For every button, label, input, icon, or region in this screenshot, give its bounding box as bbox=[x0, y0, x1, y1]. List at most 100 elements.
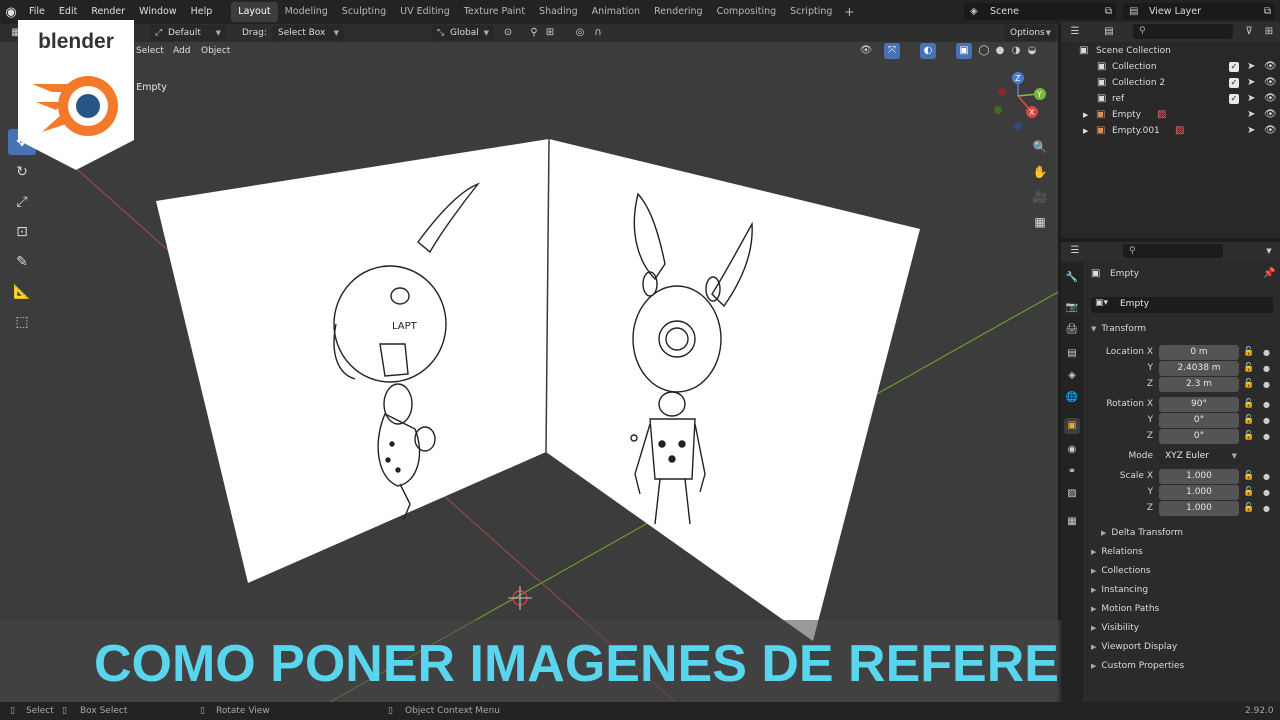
scale-y-field[interactable]: 1.000 bbox=[1159, 485, 1239, 500]
scale-x-field[interactable]: 1.000 bbox=[1159, 469, 1239, 484]
select-arrow-icon[interactable]: ➤ bbox=[1247, 75, 1255, 91]
display-mode-icon[interactable]: ▤ bbox=[1101, 24, 1117, 40]
material-shading-icon[interactable]: ◑ bbox=[1008, 43, 1024, 59]
scene-selector[interactable]: ◈ Scene ⧉ bbox=[964, 3, 1116, 20]
exclude-checkbox[interactable]: ✓ bbox=[1229, 78, 1239, 88]
data-tab-icon[interactable]: ▨ bbox=[1064, 486, 1080, 502]
keyframe-dot-icon[interactable]: ● bbox=[1263, 413, 1270, 428]
gizmo-toggle-icon[interactable]: ⤧ bbox=[884, 43, 900, 59]
scale-z-field[interactable]: 1.000 bbox=[1159, 501, 1239, 516]
eye-icon[interactable]: 👁 bbox=[1264, 107, 1277, 123]
render-tab-icon[interactable]: 📷 bbox=[1064, 300, 1080, 316]
tab-shading[interactable]: Shading bbox=[532, 2, 585, 22]
lock-icon[interactable]: 🔓 bbox=[1243, 413, 1254, 428]
world-tab-icon[interactable]: 🌐 bbox=[1064, 390, 1080, 406]
menu-add[interactable]: Add bbox=[173, 44, 190, 58]
physics-tab-icon[interactable]: ◉ bbox=[1064, 442, 1080, 458]
keyframe-dot-icon[interactable]: ● bbox=[1263, 469, 1270, 484]
eye-icon[interactable]: 👁 bbox=[1264, 91, 1277, 107]
filter-icon[interactable]: ⊽ bbox=[1241, 24, 1257, 40]
measure-tool-icon[interactable]: 📐 bbox=[8, 279, 36, 305]
scene-options-icon[interactable]: ⧉ bbox=[1105, 3, 1112, 20]
visibility-icon[interactable]: 👁 bbox=[858, 43, 874, 59]
lock-icon[interactable]: 🔓 bbox=[1243, 429, 1254, 444]
lock-icon[interactable]: 🔓 bbox=[1243, 485, 1254, 500]
pivot-point-icon[interactable]: ⊙ bbox=[500, 25, 516, 41]
outliner-row-collection[interactable]: ▣ Collection ✓ ➤ 👁 bbox=[1061, 59, 1280, 75]
scale-tool-icon[interactable]: ⤢ bbox=[8, 189, 36, 215]
tab-modeling[interactable]: Modeling bbox=[278, 2, 335, 22]
keyframe-dot-icon[interactable]: ● bbox=[1263, 397, 1270, 412]
chevron-down-icon[interactable]: ▼ bbox=[1261, 243, 1277, 259]
pin-icon[interactable]: 📌 bbox=[1263, 268, 1275, 279]
select-arrow-icon[interactable]: ➤ bbox=[1247, 91, 1255, 107]
keyframe-dot-icon[interactable]: ● bbox=[1263, 345, 1270, 360]
keyframe-dot-icon[interactable]: ● bbox=[1263, 377, 1270, 392]
expand-arrow-icon[interactable]: ▶ bbox=[1083, 123, 1088, 139]
texture-tab-icon[interactable]: ▦ bbox=[1064, 514, 1080, 530]
rotation-mode-dropdown[interactable]: XYZ Euler ▼ bbox=[1159, 449, 1241, 464]
solid-shading-icon[interactable]: ● bbox=[992, 43, 1008, 59]
collections-section[interactable]: ▶ Collections bbox=[1091, 563, 1151, 579]
view-layer-selector[interactable]: ▤ View Layer ⧉ bbox=[1123, 3, 1275, 20]
custom-properties-section[interactable]: ▶ Custom Properties bbox=[1091, 658, 1184, 674]
drag-dropdown[interactable]: Select Box ▼ bbox=[272, 25, 344, 41]
outliner-row-empty[interactable]: ▶ ▣ Empty ▨ ➤ 👁 bbox=[1061, 107, 1280, 123]
eye-icon[interactable]: 👁 bbox=[1264, 123, 1277, 139]
constraints-tab-icon[interactable]: ⚭ bbox=[1064, 464, 1080, 480]
add-workspace-icon[interactable]: + bbox=[839, 5, 859, 19]
location-y-field[interactable]: 2.4038 m bbox=[1159, 361, 1239, 376]
tool-tab-icon[interactable]: 🔧 bbox=[1064, 270, 1080, 286]
lock-icon[interactable]: 🔓 bbox=[1243, 397, 1254, 412]
rotation-x-field[interactable]: 90° bbox=[1159, 397, 1239, 412]
lock-icon[interactable]: 🔓 bbox=[1243, 469, 1254, 484]
add-cube-tool-icon[interactable]: ⬚ bbox=[8, 309, 36, 335]
menu-help[interactable]: Help bbox=[184, 0, 220, 24]
relations-section[interactable]: ▶ Relations bbox=[1091, 544, 1143, 560]
wireframe-shading-icon[interactable]: ◯ bbox=[976, 43, 992, 59]
rendered-shading-icon[interactable]: ◒ bbox=[1024, 43, 1040, 59]
scene-tab-icon[interactable]: ◈ bbox=[1064, 368, 1080, 384]
view-layer-tab-icon[interactable]: ▤ bbox=[1064, 346, 1080, 362]
properties-search-input[interactable]: ⚲ bbox=[1123, 244, 1223, 258]
options-dropdown[interactable]: Options ▼ bbox=[1004, 25, 1056, 41]
outliner-row-collection-2[interactable]: ▣ Collection 2 ✓ ➤ 👁 bbox=[1061, 75, 1280, 91]
tab-uv-editing[interactable]: UV Editing bbox=[393, 2, 457, 22]
transform-section-header[interactable]: ▼ Transform bbox=[1091, 321, 1146, 337]
menu-select[interactable]: Select bbox=[136, 44, 164, 58]
eye-icon[interactable]: 👁 bbox=[1264, 59, 1277, 75]
keyframe-dot-icon[interactable]: ● bbox=[1263, 429, 1270, 444]
tab-sculpting[interactable]: Sculpting bbox=[335, 2, 393, 22]
select-arrow-icon[interactable]: ➤ bbox=[1247, 59, 1255, 75]
select-arrow-icon[interactable]: ➤ bbox=[1247, 123, 1255, 139]
new-collection-icon[interactable]: ⊞ bbox=[1261, 24, 1277, 40]
menu-window[interactable]: Window bbox=[132, 0, 183, 24]
snap-icon[interactable]: ⚲ bbox=[526, 25, 542, 41]
tab-rendering[interactable]: Rendering bbox=[647, 2, 710, 22]
transform-tool-icon[interactable]: ⊡ bbox=[8, 219, 36, 245]
lock-icon[interactable]: 🔓 bbox=[1243, 377, 1254, 392]
eye-icon[interactable]: 👁 bbox=[1264, 75, 1277, 91]
location-x-field[interactable]: 0 m bbox=[1159, 345, 1239, 360]
outliner-search-input[interactable]: ⚲ bbox=[1133, 24, 1233, 39]
output-tab-icon[interactable]: 🖨 bbox=[1064, 322, 1080, 338]
transform-orientation-dropdown[interactable]: ⤡ Global ▼ bbox=[432, 25, 494, 41]
annotate-tool-icon[interactable]: ✎ bbox=[8, 249, 36, 275]
lock-icon[interactable]: 🔓 bbox=[1243, 361, 1254, 376]
select-arrow-icon[interactable]: ➤ bbox=[1247, 107, 1255, 123]
overlay-toggle-icon[interactable]: ◐ bbox=[920, 43, 936, 59]
outliner-row-ref[interactable]: ▣ ref ✓ ➤ 👁 bbox=[1061, 91, 1280, 107]
exclude-checkbox[interactable]: ✓ bbox=[1229, 62, 1239, 72]
view-layer-options-icon[interactable]: ⧉ bbox=[1264, 3, 1271, 20]
object-tab-icon[interactable]: ▣ bbox=[1064, 418, 1080, 434]
orientation-dropdown[interactable]: ⤢ Default ▼ bbox=[150, 25, 226, 41]
xray-toggle-icon[interactable]: ▣ bbox=[956, 43, 972, 59]
tab-texture-paint[interactable]: Texture Paint bbox=[457, 2, 532, 22]
outliner-scene-collection[interactable]: ▣ Scene Collection bbox=[1061, 43, 1280, 59]
menu-object[interactable]: Object bbox=[201, 44, 230, 58]
delta-transform-section[interactable]: ▶ Delta Transform bbox=[1101, 525, 1183, 541]
snap-target-icon[interactable]: ⊞ bbox=[542, 25, 558, 41]
motion-paths-section[interactable]: ▶ Motion Paths bbox=[1091, 601, 1159, 617]
expand-arrow-icon[interactable]: ▶ bbox=[1083, 107, 1088, 123]
outliner-editor-icon[interactable]: ☰ bbox=[1067, 24, 1083, 40]
